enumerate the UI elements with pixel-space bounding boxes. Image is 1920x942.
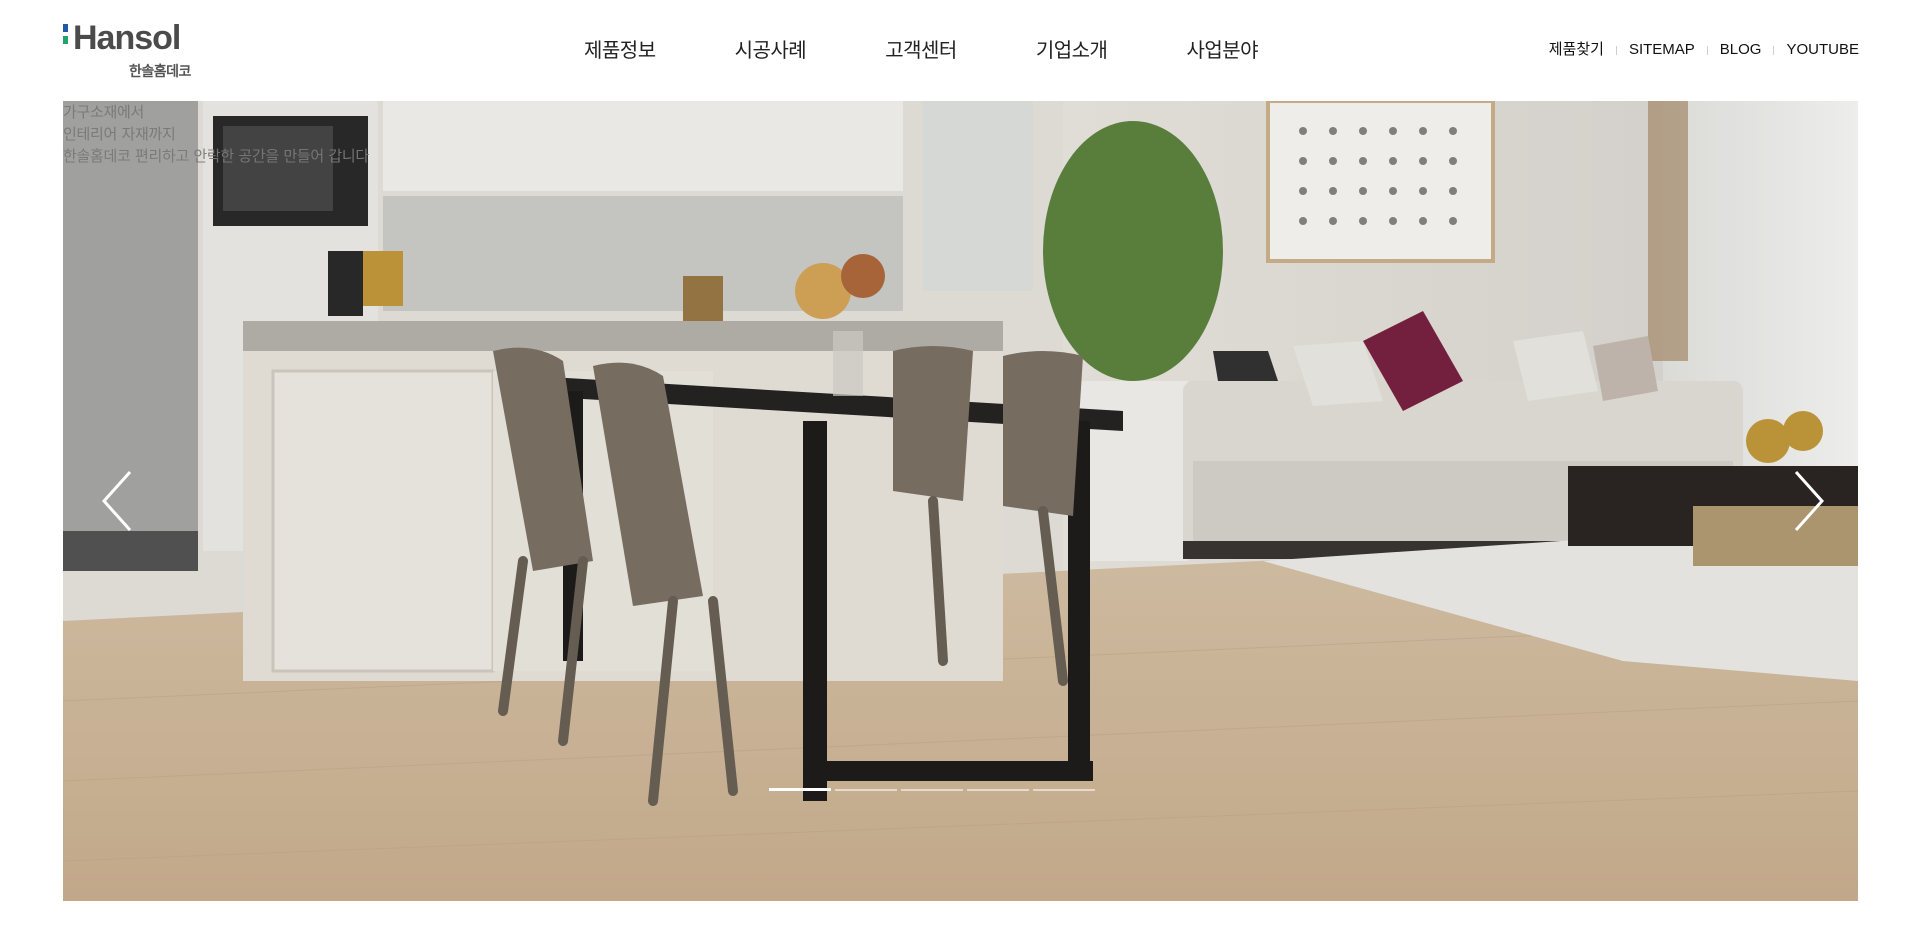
slider-dot[interactable]	[835, 789, 897, 791]
util-divider	[1615, 45, 1617, 55]
logo-mark-icon	[63, 24, 68, 52]
slider-dot[interactable]	[1033, 789, 1095, 791]
util-link-find-product[interactable]: 제품찾기	[1549, 41, 1604, 59]
nav-item-products[interactable]: 제품정보	[584, 36, 656, 64]
util-divider	[1706, 45, 1708, 55]
nav-item-cases[interactable]: 시공사례	[735, 36, 807, 64]
chevron-right-icon	[1794, 470, 1825, 532]
hero-tagline: 가구소재에서 인테리어 자재까지 한솔홈데코 편리하고 안락한 공간을 만들어 …	[63, 101, 369, 167]
slider-prev-button[interactable]	[98, 466, 138, 536]
slider-next-button[interactable]	[1788, 466, 1828, 536]
hero-tagline-line: 인테리어 자재까지	[63, 125, 176, 143]
hero-tagline-line: 한솔홈데코 편리하고 안락한 공간을 만들어 갑니다	[63, 147, 369, 165]
hansol-logo[interactable]: Hansol 한솔홈데코	[63, 20, 203, 80]
main-nav: 제품정보 시공사례 고객센터 기업소개 사업분야	[584, 36, 1259, 64]
site-header: Hansol 한솔홈데코 제품정보 시공사례 고객센터 기업소개 사업분야 제품…	[0, 0, 1920, 101]
utility-nav: 제품찾기 SITEMAP BLOG YOUTUBE	[1549, 41, 1859, 59]
nav-item-business[interactable]: 사업분야	[1186, 36, 1258, 64]
util-link-blog[interactable]: BLOG	[1720, 41, 1762, 59]
logo-subtext: 한솔홈데코	[129, 64, 191, 80]
logo-text: Hansol	[73, 19, 181, 57]
util-divider	[1773, 45, 1775, 55]
chevron-left-icon	[101, 470, 132, 532]
slider-pagination	[769, 788, 1095, 791]
util-link-sitemap[interactable]: SITEMAP	[1629, 41, 1695, 59]
hero-tagline-line: 가구소재에서	[63, 103, 145, 121]
slider-dot[interactable]	[901, 789, 963, 791]
nav-item-support[interactable]: 고객센터	[885, 36, 957, 64]
nav-item-company[interactable]: 기업소개	[1036, 36, 1108, 64]
slider-dot[interactable]	[967, 789, 1029, 791]
util-link-youtube[interactable]: YOUTUBE	[1786, 41, 1859, 59]
hero-slider: 가구소재에서 인테리어 자재까지 한솔홈데코 편리하고 안락한 공간을 만들어 …	[63, 101, 1858, 901]
hero-image	[63, 101, 1858, 901]
slider-dot[interactable]	[769, 788, 831, 791]
